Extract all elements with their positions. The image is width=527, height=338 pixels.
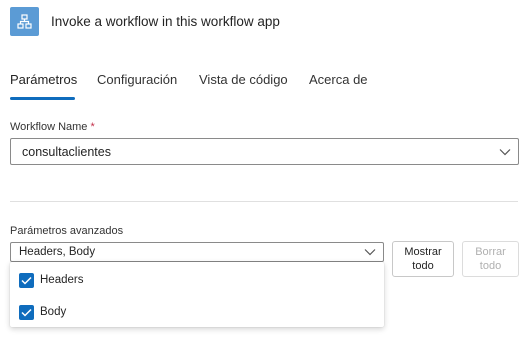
tab-vista-de-codigo[interactable]: Vista de código	[199, 72, 288, 87]
workflow-hierarchy-icon	[10, 6, 39, 36]
workflow-name-value: consultaclientes	[22, 144, 111, 159]
tab-acerca-de[interactable]: Acerca de	[309, 72, 368, 87]
tab-configuracion[interactable]: Configuración	[97, 72, 177, 87]
option-label: Headers	[40, 274, 84, 286]
chevron-down-icon	[363, 245, 377, 259]
checkbox-checked-icon[interactable]	[19, 304, 34, 320]
header: Invoke a workflow in this workflow app	[10, 6, 280, 36]
option-label: Body	[40, 306, 67, 318]
advanced-parameters-menu: Headers Body	[10, 262, 384, 327]
page-title: Invoke a workflow in this workflow app	[51, 13, 280, 29]
workflow-name-label: Workflow Name *	[10, 121, 95, 133]
chevron-down-icon	[498, 145, 512, 159]
option-headers[interactable]: Headers	[19, 270, 83, 290]
workflow-name-dropdown[interactable]: consultaclientes	[10, 138, 519, 165]
workflow-name-label-text: Workflow Name	[10, 121, 88, 133]
advanced-parameters-label: Parámetros avanzados	[10, 225, 124, 237]
option-body[interactable]: Body	[19, 302, 66, 322]
tab-parametros[interactable]: Parámetros	[10, 72, 77, 87]
advanced-parameters-dropdown[interactable]: Headers, Body	[10, 242, 384, 262]
clear-all-button: Borrar todo	[462, 241, 519, 277]
section-divider	[10, 201, 518, 202]
checkbox-checked-icon[interactable]	[19, 272, 34, 288]
advanced-parameters-value: Headers, Body	[19, 246, 96, 258]
active-tab-indicator	[10, 97, 75, 100]
show-all-button[interactable]: Mostrar todo	[392, 241, 454, 277]
required-mark: *	[90, 121, 95, 133]
